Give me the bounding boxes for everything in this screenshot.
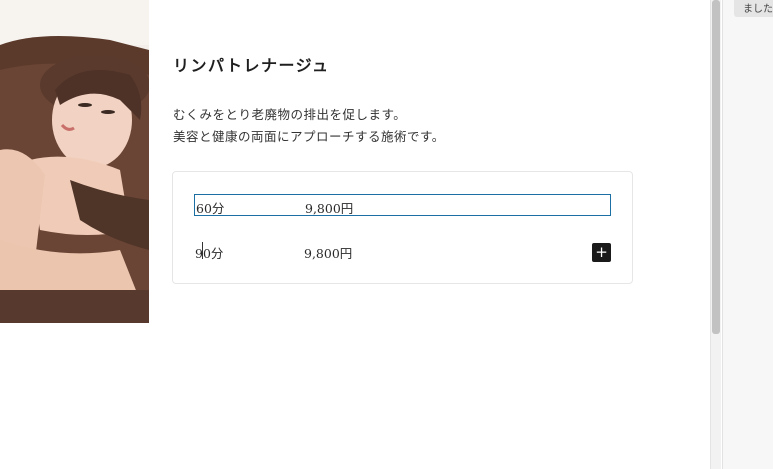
service-description: むくみをとり老廃物の排出を促します。 美容と健康の両面にアプローチする施術です。 [173,104,445,148]
price-field[interactable]: 9,800円 [304,243,352,262]
side-panel-button[interactable]: ました [734,0,773,17]
text-cursor [202,242,203,259]
duration-field[interactable]: 90分 [195,243,223,262]
price-list: 60分 9,800円 90分 9,800円 + [172,171,633,284]
plus-icon: + [595,243,608,261]
service-photo [0,0,149,323]
price-row-60[interactable]: 60分 9,800円 [194,194,611,216]
description-line: むくみをとり老廃物の排出を促します。 [173,107,407,122]
description-line: 美容と健康の両面にアプローチする施術です。 [173,129,445,144]
service-title: リンパトレナージュ [173,56,330,75]
price-field[interactable]: 9,800円 [305,198,353,217]
add-row-button[interactable]: + [592,243,611,262]
duration-field[interactable]: 60分 [196,198,224,217]
price-row-90[interactable]: 90分 9,800円 [194,240,611,262]
scrollbar-thumb[interactable] [712,0,720,334]
side-panel [722,0,773,469]
